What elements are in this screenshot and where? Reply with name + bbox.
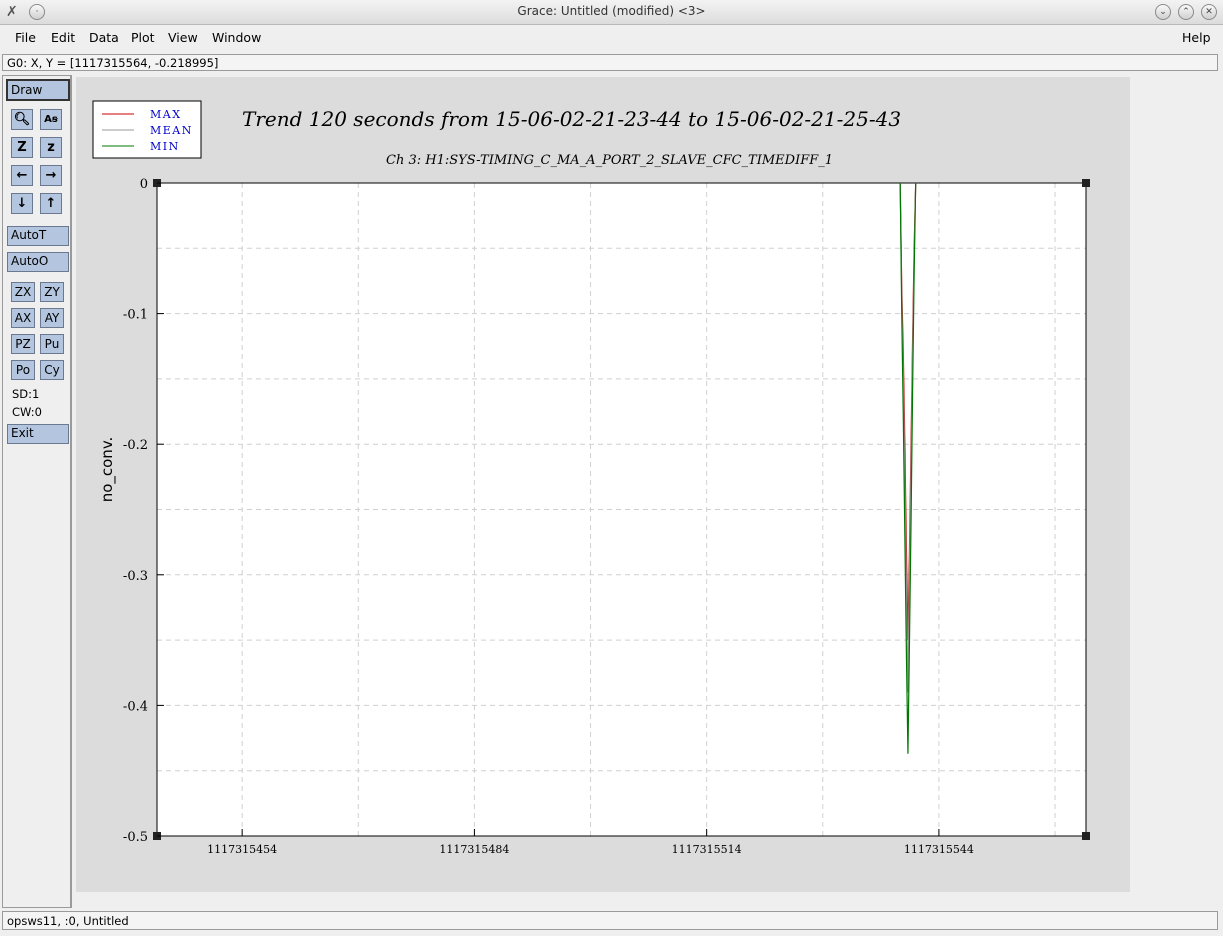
y-axis-label: no_conv. — [98, 437, 117, 503]
pu-button[interactable]: Pu — [40, 334, 64, 354]
x-tick-label: 1117315544 — [904, 843, 974, 856]
legend: MAX MEAN MIN — [92, 100, 202, 159]
status-bar: opsws11, :0, Untitled — [2, 911, 1218, 930]
zx-button[interactable]: ZX — [11, 282, 35, 302]
corner-handle — [1082, 832, 1090, 840]
menu-file[interactable]: File — [15, 30, 36, 45]
legend-label: MAX — [150, 108, 182, 121]
autoO-button[interactable]: AutoO — [7, 252, 69, 272]
zoom-z-icon[interactable]: z — [40, 137, 62, 158]
ay-button[interactable]: AY — [40, 308, 64, 328]
x-tick-label: 1117315484 — [439, 843, 509, 856]
scroll-left-icon[interactable]: ← — [11, 165, 33, 186]
menu-view[interactable]: View — [168, 30, 198, 45]
menu-window[interactable]: Window — [212, 30, 261, 45]
exit-button[interactable]: Exit — [7, 424, 69, 444]
zy-button[interactable]: ZY — [40, 282, 64, 302]
menu-data[interactable]: Data — [89, 30, 119, 45]
corner-handle — [1082, 179, 1090, 187]
locator-bar: G0: X, Y = [1117315564, -0.218995] — [2, 54, 1218, 71]
tool-panel: Draw 🔍︎ Aꞩ Z z ← → ↓ ↑ AutoT AutoO ZX ZY… — [2, 75, 72, 908]
menu-plot[interactable]: Plot — [131, 30, 155, 45]
sd-status: SD:1 — [12, 387, 40, 401]
close-icon[interactable]: ✕ — [1201, 4, 1217, 20]
window-title: Grace: Untitled (modified) <3> — [517, 4, 706, 18]
minimize-icon[interactable]: ⌄ — [1155, 4, 1171, 20]
menu-bar: File Edit Data Plot View Window Help — [0, 25, 1223, 51]
x-tick-label: 1117315454 — [207, 843, 277, 856]
plot-svg[interactable]: 0 -0.1 -0.2 -0.3 -0.4 -0.5 1117315454 111731548… — [76, 77, 1130, 892]
scroll-down-icon[interactable]: ↓ — [11, 193, 33, 214]
draw-button[interactable]: Draw — [6, 79, 70, 101]
scroll-right-icon[interactable]: → — [40, 165, 62, 186]
autoscale-z-icon[interactable]: Z — [11, 137, 33, 158]
y-tick-label: 0 — [140, 177, 148, 192]
y-tick-label: -0.2 — [123, 438, 148, 453]
y-tick-label: -0.4 — [123, 699, 148, 714]
ax-button[interactable]: AX — [11, 308, 35, 328]
plot-canvas[interactable]: 0 -0.1 -0.2 -0.3 -0.4 -0.5 1117315454 111731548… — [76, 77, 1130, 892]
menu-edit[interactable]: Edit — [51, 30, 75, 45]
cy-button[interactable]: Cy — [40, 360, 64, 380]
y-tick-label: -0.1 — [123, 308, 148, 323]
text-icon[interactable]: Aꞩ — [40, 109, 62, 130]
chart-title: Trend 120 seconds from 15-06-02-21-23-44… — [242, 107, 901, 131]
pz-button[interactable]: PZ — [11, 334, 35, 354]
menu-help[interactable]: Help — [1182, 30, 1211, 45]
legend-label: MEAN — [150, 124, 193, 137]
y-tick-label: -0.3 — [123, 569, 148, 584]
title-bar: ✗ · Grace: Untitled (modified) <3> ⌄ ⌃ ✕ — [0, 0, 1223, 25]
y-tick-label: -0.5 — [123, 830, 148, 845]
x-tick-label: 1117315514 — [672, 843, 742, 856]
cw-status: CW:0 — [12, 405, 42, 419]
autoT-button[interactable]: AutoT — [7, 226, 69, 246]
zoom-icon[interactable]: 🔍︎ — [11, 109, 33, 130]
po-button[interactable]: Po — [11, 360, 35, 380]
chart-subtitle: Ch 3: H1:SYS-TIMING_C_MA_A_PORT_2_SLAVE_… — [386, 153, 833, 168]
legend-label: MIN — [150, 140, 180, 153]
maximize-icon[interactable]: ⌃ — [1178, 4, 1194, 20]
scroll-up-icon[interactable]: ↑ — [40, 193, 62, 214]
